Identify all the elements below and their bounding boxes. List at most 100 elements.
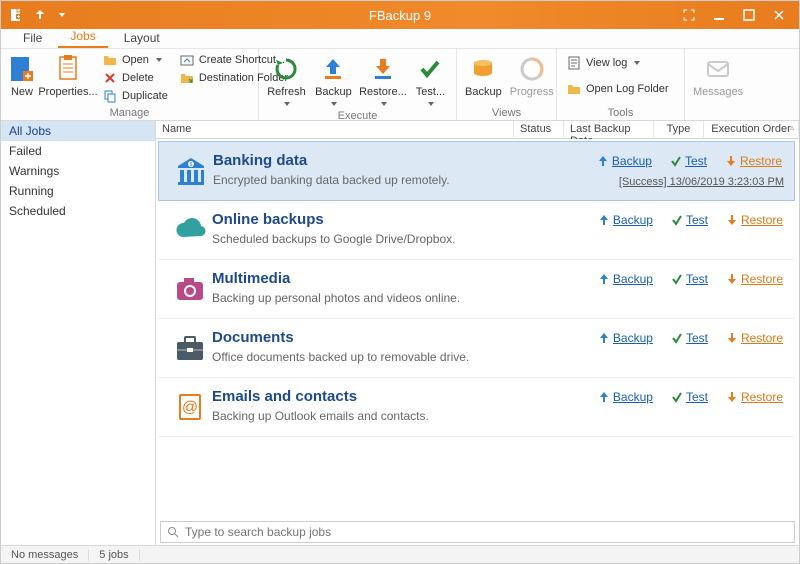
job-restore-link[interactable]: Restore [725,154,782,168]
column-headers: Name Status Last Backup Date Type Execut… [156,121,799,139]
test-button[interactable]: Test... [411,52,450,110]
open-button[interactable]: Open [99,52,172,68]
job-row[interactable]: @ Emails and contacts Backing up Outlook… [158,378,795,437]
job-title: Online backups [212,211,598,228]
bank-icon: $ [169,152,213,188]
sidebar-item-running[interactable]: Running [1,181,155,201]
job-description: Scheduled backups to Google Drive/Dropbo… [212,232,598,246]
sidebar-item-warnings[interactable]: Warnings [1,161,155,181]
job-restore-link[interactable]: Restore [726,272,783,286]
tab-file[interactable]: File [11,29,54,48]
maximize-icon[interactable] [743,9,755,21]
view-log-button[interactable]: View log [563,55,644,71]
job-backup-link[interactable]: Backup [598,272,653,286]
job-test-link[interactable]: Test [670,154,707,168]
col-execution-order[interactable]: Execution Order [704,121,799,138]
job-status-text[interactable]: [Success] 13/06/2019 3:23:03 PM [619,176,784,188]
chevron-down-icon [284,102,290,106]
col-last-backup[interactable]: Last Backup Date [564,121,654,138]
folder-icon [180,71,194,85]
chevron-down-icon [634,61,640,65]
job-restore-link[interactable]: Restore [726,331,783,345]
status-messages: No messages [1,549,89,561]
job-restore-link[interactable]: Restore [726,213,783,227]
job-row[interactable]: Multimedia Backing up personal photos an… [158,260,795,319]
col-type[interactable]: Type [654,121,704,138]
open-log-folder-button[interactable]: Open Log Folder [563,81,673,97]
menu-tabs: File Jobs Layout [1,29,799,49]
app-title: FBackup 9 [369,8,431,23]
col-status[interactable]: Status [514,121,564,138]
delete-icon [103,71,117,85]
job-backup-link[interactable]: Backup [598,331,653,345]
upload-icon[interactable] [33,8,47,22]
new-button[interactable]: New [7,52,37,98]
new-doc-icon[interactable] [9,8,23,22]
job-row[interactable]: Online backups Scheduled backups to Goog… [158,201,795,260]
duplicate-button[interactable]: Duplicate [99,88,172,104]
chevron-down-icon [331,102,337,106]
contacts-icon: @ [168,388,212,424]
sidebar-item-all-jobs[interactable]: All Jobs [1,121,155,141]
job-test-link[interactable]: Test [671,390,708,404]
log-icon [567,56,581,70]
backup-button[interactable]: Backup [312,52,355,110]
shortcut-icon [180,53,194,67]
tab-layout[interactable]: Layout [112,29,172,48]
job-backup-link[interactable]: Backup [597,154,652,168]
svg-text:@: @ [182,399,198,416]
job-test-link[interactable]: Test [671,272,708,286]
job-description: Backing up Outlook emails and contacts. [212,409,598,423]
chevron-down-icon [381,102,387,106]
job-title: Banking data [213,152,597,169]
cloud-icon [168,211,212,247]
chevron-down-icon [156,58,162,62]
group-views-label: Views [457,107,556,120]
ribbon: New Properties... Open Delete Duplicate … [1,49,799,121]
briefcase-icon [168,329,212,365]
properties-button[interactable]: Properties... [41,52,95,98]
progress-button[interactable]: Progress [508,52,556,98]
tab-jobs[interactable]: Jobs [58,27,107,48]
restore-button[interactable]: Restore... [359,52,407,110]
group-tools-label: Tools [557,107,684,120]
job-title: Documents [212,329,598,346]
jobs-list: $ Banking data Encrypted banking data ba… [156,139,799,519]
backup-view-button[interactable]: Backup [463,52,504,98]
sidebar-item-failed[interactable]: Failed [1,141,155,161]
search-bar[interactable] [160,521,795,543]
job-title: Multimedia [212,270,598,287]
job-row[interactable]: Documents Office documents backed up to … [158,319,795,378]
camera-icon [168,270,212,306]
duplicate-icon [103,89,117,103]
folder-icon [567,82,581,96]
job-description: Office documents backed up to removable … [212,350,598,364]
delete-button[interactable]: Delete [99,70,172,86]
job-row[interactable]: $ Banking data Encrypted banking data ba… [158,141,795,201]
messages-button[interactable]: Messages [691,52,745,98]
status-jobs: 5 jobs [89,549,139,561]
job-title: Emails and contacts [212,388,598,405]
title-bar: FBackup 9 [1,1,799,29]
job-test-link[interactable]: Test [671,213,708,227]
job-backup-link[interactable]: Backup [598,390,653,404]
sidebar: All Jobs Failed Warnings Running Schedul… [1,121,156,545]
svg-text:$: $ [190,162,193,168]
close-icon[interactable] [773,9,785,21]
job-description: Encrypted banking data backed up remotel… [213,173,597,187]
minimize-icon[interactable] [713,9,725,21]
search-input[interactable] [185,525,788,539]
col-name[interactable]: Name [156,121,514,138]
sidebar-item-scheduled[interactable]: Scheduled [1,201,155,221]
job-test-link[interactable]: Test [671,331,708,345]
job-description: Backing up personal photos and videos on… [212,291,598,305]
job-restore-link[interactable]: Restore [726,390,783,404]
job-backup-link[interactable]: Backup [598,213,653,227]
expand-icon[interactable] [683,9,695,21]
chevron-down-icon [428,102,434,106]
folder-open-icon [103,53,117,67]
qat-dropdown-icon[interactable] [59,13,65,17]
refresh-button[interactable]: Refresh [265,52,308,110]
status-bar: No messages 5 jobs [1,545,799,563]
group-manage-label: Manage [1,107,258,120]
